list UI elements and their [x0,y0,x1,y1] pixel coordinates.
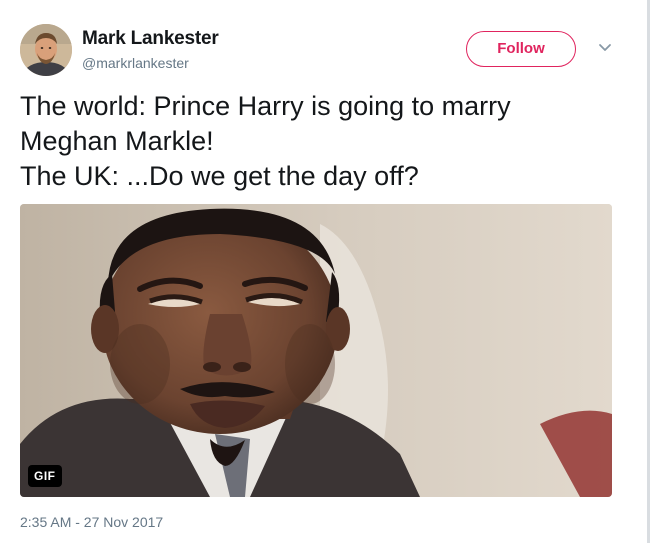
author-name[interactable]: Mark Lankester [82,28,219,50]
gif-badge: GIF [28,465,62,487]
chevron-down-icon[interactable] [597,40,613,56]
avatar-photo [20,24,72,76]
tweet-text-line: The world: Prince Harry is going to marr… [20,91,511,121]
tweet-text-line: Meghan Markle! [20,126,214,156]
gif-media[interactable]: GIF [20,204,612,497]
tweet-timestamp[interactable]: 2:35 AM - 27 Nov 2017 [20,514,163,530]
tweet-text-line: The UK: ...Do we get the day off? [20,161,419,191]
follow-button[interactable]: Follow [466,31,576,67]
author-handle[interactable]: @markrlankester [82,55,189,71]
tweet-text: The world: Prince Harry is going to marr… [20,89,620,194]
tweet-card: Mark Lankester @markrlankester Follow Th… [0,0,650,543]
gif-frame-image [20,204,612,497]
avatar[interactable] [20,24,72,76]
